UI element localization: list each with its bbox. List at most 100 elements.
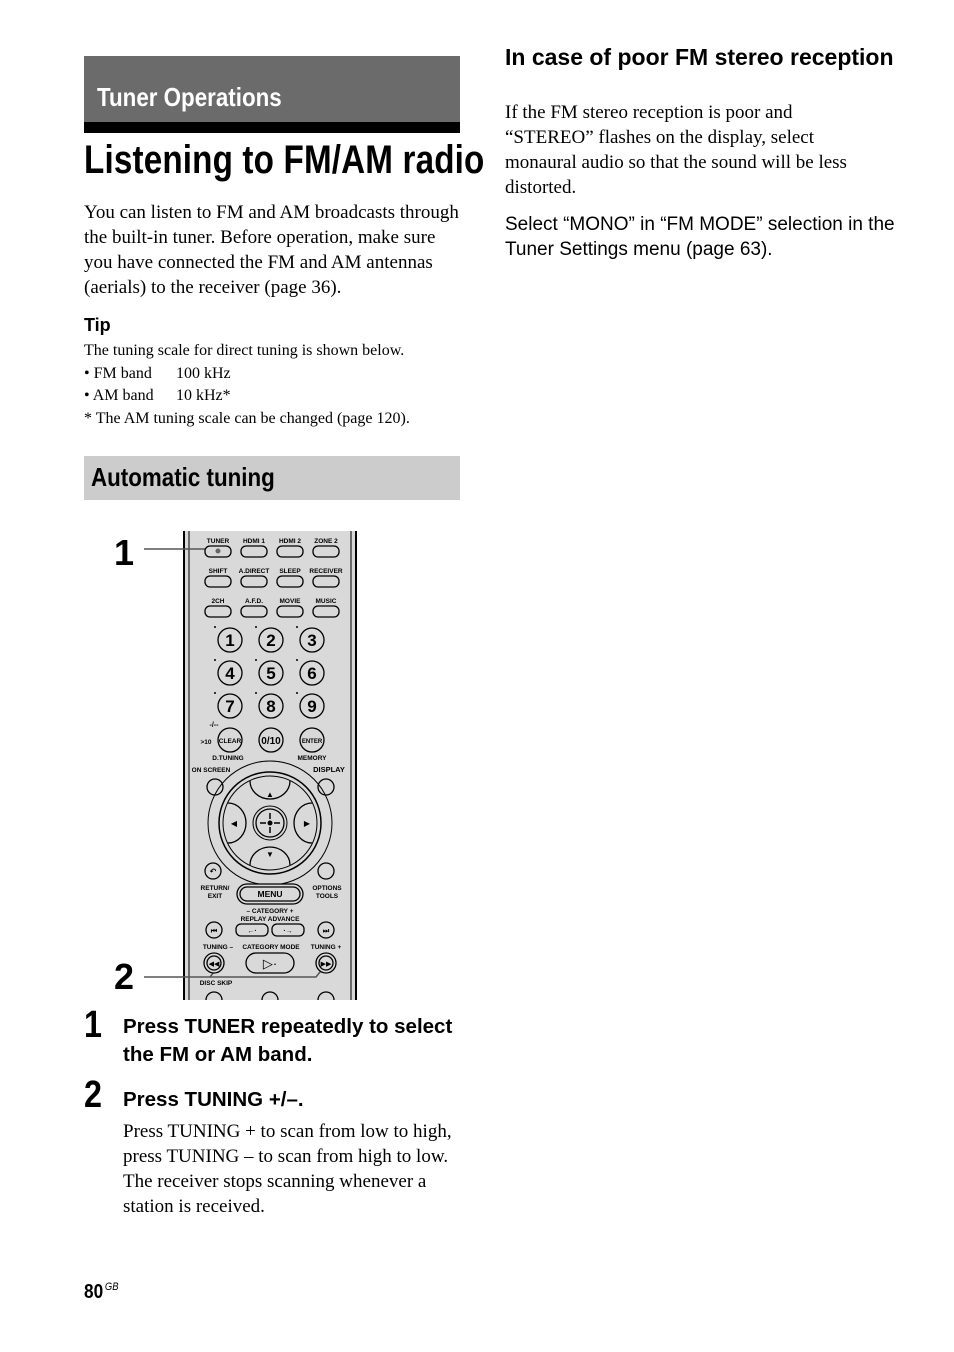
a-direct-label: A.DIRECT [239,568,270,575]
tip-footnote: * The AM tuning scale can be changed (pa… [84,409,410,427]
d-tuning-label: D.TUNING [212,755,243,762]
hdmi-2-label: HDMI 2 [279,538,301,545]
poor-reception-body: If the FM stereo reception is poor and “… [505,102,847,198]
receiver-label: RECEIVER [309,568,343,575]
zone-2-label: ZONE 2 [314,538,338,545]
a-direct-button[interactable] [240,575,268,588]
tip-body: The tuning scale for direct tuning is sh… [84,340,474,430]
page-region: GB [104,1281,119,1293]
return-arrow-icon: ↶ [209,867,217,876]
replay-advance-label: REPLAY ADVANCE [241,916,301,923]
display-label: DISPLAY [313,765,345,774]
number-8-label: 8 [266,697,275,716]
crosshair-dot [267,820,273,826]
dot-marker [214,659,216,661]
dot-marker [255,659,257,661]
previous-icon: ⏮ [211,928,218,935]
tip-row-am: • AM band 10 kHz* [84,385,474,408]
right-arrow-icon: ▶ [304,819,311,828]
enter-label: ENTER [302,739,323,745]
dot-marker [255,692,257,694]
step-2-heading: Press TUNING +/–. [123,1088,304,1111]
options-label: OPTIONS [312,885,342,892]
shift-button[interactable] [204,575,232,588]
sleep-label: SLEEP [279,568,301,575]
section-header-rule [84,122,460,133]
a-f-d-button[interactable] [240,605,268,618]
gt10-label: >10 [200,739,211,746]
clear-label: CLEAR [219,738,242,745]
receiver-button[interactable] [312,575,340,588]
dot-marker [214,626,216,628]
zero-ten-label: 0/10 [261,736,281,747]
music-label: MUSIC [316,598,337,605]
hdmi-2-button[interactable] [276,545,304,558]
dot-marker [255,626,257,628]
tip-value: 10 kHz* [176,387,231,404]
sleep-button[interactable] [276,575,304,588]
category-label: – CATEGORY + [246,908,293,915]
tip-band: • FM band [84,364,152,382]
rewind-icon: ◀◀ [209,961,220,968]
number-7-label: 7 [225,697,234,716]
shift-label: SHIFT [209,568,228,575]
a-f-d-label: A.F.D. [245,598,263,605]
memory-label: MEMORY [297,755,327,762]
tip-band: • AM band [84,387,154,404]
callout-2: 2 [114,956,134,997]
poor-reception-heading: In case of poor FM stereo reception [505,44,894,70]
number-1-label: 1 [225,631,234,650]
return-label: RETURN/ [201,885,230,892]
tools-label: TOOLS [316,893,339,900]
step-2-body-text-2: The receiver stops scanning whenever a s… [123,1171,427,1217]
step-1-heading: Press TUNER repeatedly to select the FM … [123,1015,453,1066]
number-4-label: 4 [225,664,235,683]
number-2-label: 2 [266,631,275,650]
tip-row-fm: • FM band 100 kHz [84,363,474,386]
exit-label: EXIT [208,893,222,900]
up-arrow-icon: ▲ [266,790,274,799]
dot-marker [214,692,216,694]
step-1-number: 1 [84,1004,102,1046]
hdmi-1-button[interactable] [240,545,268,558]
tuner-press-indicator [215,548,221,554]
dash-label: -/-- [210,722,220,729]
play-icon: ▷· [263,956,277,971]
zone-2-button[interactable] [312,545,340,558]
category-mode-label: CATEGORY MODE [242,944,300,951]
disc-skip-label: DISC SKIP [200,980,233,987]
options-button[interactable] [317,862,335,880]
number-3-label: 3 [307,631,316,650]
callout-1: 1 [114,532,134,573]
page-number-value: 80 [84,1281,104,1303]
intro-paragraph: You can listen to FM and AM broadcasts t… [84,202,459,298]
tip-lead: The tuning scale for direct tuning is sh… [84,342,405,359]
left-arrow-icon: ◀ [231,819,238,828]
replay-arrow-icon: ←· [247,928,256,935]
number-5-label: 5 [266,664,275,683]
dot-marker [296,659,298,661]
on-screen-button[interactable] [206,778,224,796]
2ch-button[interactable] [204,605,232,618]
movie-button[interactable] [276,605,304,618]
step-2-body: Press TUNING + to scan from low to high,… [123,1119,463,1219]
remote-control-illustration: 1 2 TUNER HDMI 1 HDMI 2 ZONE 2 SHIFT A.DIRECT… [114,531,357,1000]
number-9-label: 9 [307,697,316,716]
subsection-heading: Automatic tuning [91,462,275,492]
music-button[interactable] [312,605,340,618]
down-arrow-icon: ▼ [266,850,274,859]
advance-arrow-icon: ·→ [283,928,292,935]
page-title: Listening to FM/AM radio [84,138,485,182]
tip-heading: Tip [84,315,111,335]
on-screen-label: ON SCREEN [192,767,231,774]
step-2-body-text-1: Press TUNING + to scan from low to high,… [123,1121,452,1167]
dot-marker [296,692,298,694]
2ch-label: 2CH [211,598,224,605]
menu-label: MENU [257,889,282,899]
tuning-plus-label: TUNING + [311,944,342,951]
dot-marker [296,626,298,628]
fast-forward-icon: ▶▶ [321,961,332,968]
movie-label: MOVIE [280,598,302,605]
step-2-number: 2 [84,1074,102,1116]
section-label: Tuner Operations [97,82,282,112]
